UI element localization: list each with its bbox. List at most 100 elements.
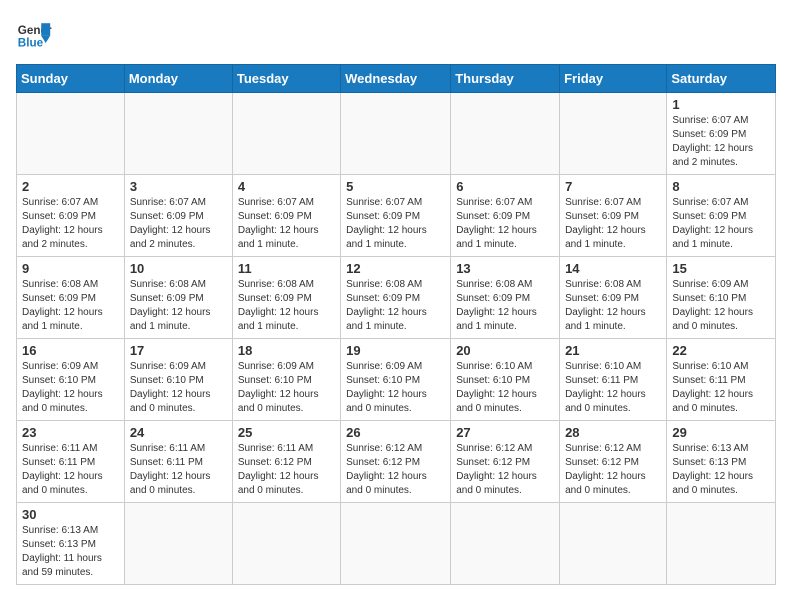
day-info: Sunrise: 6:07 AM Sunset: 6:09 PM Dayligh…: [346, 196, 445, 252]
calendar-day-cell: 19 Sunrise: 6:09 AM Sunset: 6:10 PM Dayli…: [341, 339, 451, 421]
calendar-day-cell: 20Sunrise: 6:10 AM Sunset: 6:10 PM Dayli…: [451, 339, 560, 421]
calendar-day-cell: 21 Sunrise: 6:10 AM Sunset: 6:11 PM Dayli…: [560, 339, 667, 421]
day-number: 13: [456, 261, 554, 276]
day-info: Sunrise: 6:09 AM Sunset: 6:10 PM Dayligh…: [22, 360, 119, 416]
calendar-week-row: 1 Sunrise: 6:07 AM Sunset: 6:09 PM Daylig…: [17, 93, 776, 175]
day-info: Sunrise: 6:12 AM Sunset: 6:12 PM Dayligh…: [346, 442, 445, 498]
day-of-week-header: Thursday: [451, 65, 560, 93]
day-info: Sunrise: 6:07 AM Sunset: 6:09 PM Dayligh…: [130, 196, 227, 252]
day-info: Sunrise: 6:08 AM Sunset: 6:09 PM Dayligh…: [456, 278, 554, 334]
page-header: General Blue: [16, 16, 776, 52]
calendar-day-cell: [667, 503, 776, 585]
day-info: Sunrise: 6:08 AM Sunset: 6:09 PM Dayligh…: [565, 278, 661, 334]
day-number: 14: [565, 261, 661, 276]
calendar-table: SundayMondayTuesdayWednesdayThursdayFrid…: [16, 64, 776, 585]
day-info: Sunrise: 6:09 AM Sunset: 6:10 PM Dayligh…: [130, 360, 227, 416]
calendar-day-cell: [451, 503, 560, 585]
calendar-day-cell: 22 Sunrise: 6:10 AM Sunset: 6:11 PM Dayli…: [667, 339, 776, 421]
day-number: 28: [565, 425, 661, 440]
calendar-day-cell: 6Sunrise: 6:07 AM Sunset: 6:09 PM Daylig…: [451, 175, 560, 257]
calendar-week-row: 16Sunrise: 6:09 AM Sunset: 6:10 PM Dayli…: [17, 339, 776, 421]
day-info: Sunrise: 6:08 AM Sunset: 6:09 PM Dayligh…: [130, 278, 227, 334]
day-of-week-header: Saturday: [667, 65, 776, 93]
day-number: 11: [238, 261, 335, 276]
day-number: 17: [130, 343, 227, 358]
calendar-day-cell: 27 Sunrise: 6:12 AM Sunset: 6:12 PM Dayli…: [451, 421, 560, 503]
day-info: Sunrise: 6:09 AM Sunset: 6:10 PM Dayligh…: [346, 360, 445, 416]
day-number: 29: [672, 425, 770, 440]
calendar-day-cell: 3 Sunrise: 6:07 AM Sunset: 6:09 PM Daylig…: [124, 175, 232, 257]
day-number: 5: [346, 179, 445, 194]
calendar-day-cell: 2 Sunrise: 6:07 AM Sunset: 6:09 PM Daylig…: [17, 175, 125, 257]
day-number: 24: [130, 425, 227, 440]
calendar-day-cell: [17, 93, 125, 175]
calendar-day-cell: [341, 503, 451, 585]
calendar-day-cell: 7 Sunrise: 6:07 AM Sunset: 6:09 PM Daylig…: [560, 175, 667, 257]
calendar-day-cell: 9 Sunrise: 6:08 AM Sunset: 6:09 PM Daylig…: [17, 257, 125, 339]
calendar-day-cell: [232, 503, 340, 585]
day-info: Sunrise: 6:09 AM Sunset: 6:10 PM Dayligh…: [672, 278, 770, 334]
day-number: 3: [130, 179, 227, 194]
calendar-day-cell: [451, 93, 560, 175]
day-number: 23: [22, 425, 119, 440]
calendar-day-cell: [124, 503, 232, 585]
svg-text:Blue: Blue: [18, 37, 44, 50]
day-info: Sunrise: 6:07 AM Sunset: 6:09 PM Dayligh…: [672, 196, 770, 252]
calendar-day-cell: 28Sunrise: 6:12 AM Sunset: 6:12 PM Dayli…: [560, 421, 667, 503]
day-info: Sunrise: 6:11 AM Sunset: 6:12 PM Dayligh…: [238, 442, 335, 498]
calendar-week-row: 23Sunrise: 6:11 AM Sunset: 6:11 PM Dayli…: [17, 421, 776, 503]
day-number: 19: [346, 343, 445, 358]
day-number: 1: [672, 97, 770, 112]
day-info: Sunrise: 6:07 AM Sunset: 6:09 PM Dayligh…: [672, 114, 770, 170]
calendar-day-cell: [232, 93, 340, 175]
day-info: Sunrise: 6:10 AM Sunset: 6:10 PM Dayligh…: [456, 360, 554, 416]
calendar-day-cell: 11 Sunrise: 6:08 AM Sunset: 6:09 PM Dayli…: [232, 257, 340, 339]
day-number: 21: [565, 343, 661, 358]
calendar-day-cell: 12Sunrise: 6:08 AM Sunset: 6:09 PM Dayli…: [341, 257, 451, 339]
logo: General Blue: [16, 16, 52, 52]
calendar-week-row: 30 Sunrise: 6:13 AM Sunset: 6:13 PM Dayli…: [17, 503, 776, 585]
calendar-day-cell: 13 Sunrise: 6:08 AM Sunset: 6:09 PM Dayli…: [451, 257, 560, 339]
calendar-day-cell: 17 Sunrise: 6:09 AM Sunset: 6:10 PM Dayli…: [124, 339, 232, 421]
day-of-week-header: Wednesday: [341, 65, 451, 93]
day-number: 9: [22, 261, 119, 276]
calendar-day-cell: [124, 93, 232, 175]
day-info: Sunrise: 6:07 AM Sunset: 6:09 PM Dayligh…: [565, 196, 661, 252]
calendar-day-cell: 10 Sunrise: 6:08 AM Sunset: 6:09 PM Dayli…: [124, 257, 232, 339]
day-number: 27: [456, 425, 554, 440]
day-info: Sunrise: 6:13 AM Sunset: 6:13 PM Dayligh…: [22, 524, 119, 580]
calendar-day-cell: 8Sunrise: 6:07 AM Sunset: 6:09 PM Daylig…: [667, 175, 776, 257]
day-number: 12: [346, 261, 445, 276]
calendar-day-cell: 24Sunrise: 6:11 AM Sunset: 6:11 PM Dayli…: [124, 421, 232, 503]
calendar-day-cell: [341, 93, 451, 175]
day-number: 10: [130, 261, 227, 276]
calendar-day-cell: 15Sunrise: 6:09 AM Sunset: 6:10 PM Dayli…: [667, 257, 776, 339]
day-info: Sunrise: 6:08 AM Sunset: 6:09 PM Dayligh…: [238, 278, 335, 334]
day-info: Sunrise: 6:10 AM Sunset: 6:11 PM Dayligh…: [565, 360, 661, 416]
day-info: Sunrise: 6:09 AM Sunset: 6:10 PM Dayligh…: [238, 360, 335, 416]
calendar-day-cell: 23Sunrise: 6:11 AM Sunset: 6:11 PM Dayli…: [17, 421, 125, 503]
day-number: 4: [238, 179, 335, 194]
day-info: Sunrise: 6:07 AM Sunset: 6:09 PM Dayligh…: [22, 196, 119, 252]
day-of-week-header: Friday: [560, 65, 667, 93]
day-info: Sunrise: 6:08 AM Sunset: 6:09 PM Dayligh…: [22, 278, 119, 334]
calendar-day-cell: 4Sunrise: 6:07 AM Sunset: 6:09 PM Daylig…: [232, 175, 340, 257]
day-number: 18: [238, 343, 335, 358]
day-info: Sunrise: 6:12 AM Sunset: 6:12 PM Dayligh…: [456, 442, 554, 498]
day-number: 7: [565, 179, 661, 194]
day-number: 2: [22, 179, 119, 194]
calendar-day-cell: [560, 93, 667, 175]
calendar-day-cell: 5 Sunrise: 6:07 AM Sunset: 6:09 PM Daylig…: [341, 175, 451, 257]
day-info: Sunrise: 6:13 AM Sunset: 6:13 PM Dayligh…: [672, 442, 770, 498]
calendar-week-row: 2 Sunrise: 6:07 AM Sunset: 6:09 PM Daylig…: [17, 175, 776, 257]
day-info: Sunrise: 6:10 AM Sunset: 6:11 PM Dayligh…: [672, 360, 770, 416]
calendar-day-cell: 29 Sunrise: 6:13 AM Sunset: 6:13 PM Dayli…: [667, 421, 776, 503]
calendar-day-cell: 16Sunrise: 6:09 AM Sunset: 6:10 PM Dayli…: [17, 339, 125, 421]
day-number: 22: [672, 343, 770, 358]
day-of-week-header: Sunday: [17, 65, 125, 93]
calendar-day-cell: 18 Sunrise: 6:09 AM Sunset: 6:10 PM Dayli…: [232, 339, 340, 421]
calendar-header-row: SundayMondayTuesdayWednesdayThursdayFrid…: [17, 65, 776, 93]
calendar-day-cell: 1 Sunrise: 6:07 AM Sunset: 6:09 PM Daylig…: [667, 93, 776, 175]
day-number: 30: [22, 507, 119, 522]
day-of-week-header: Tuesday: [232, 65, 340, 93]
